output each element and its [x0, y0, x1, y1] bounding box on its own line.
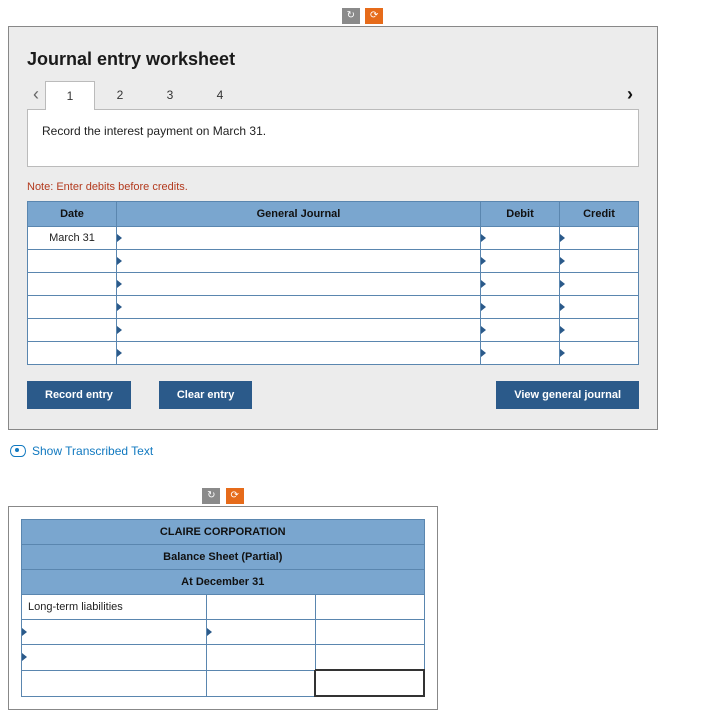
debit-cell[interactable]: [481, 342, 560, 365]
record-entry-button[interactable]: Record entry: [27, 381, 131, 409]
journal-table: Date General Journal Debit Credit March …: [27, 201, 639, 365]
balance-label-cell[interactable]: [22, 670, 207, 696]
tab-2[interactable]: 2: [95, 80, 145, 109]
gj-cell[interactable]: [117, 250, 481, 273]
gj-cell[interactable]: [117, 227, 481, 250]
balance-value-cell[interactable]: [207, 645, 316, 671]
date-cell[interactable]: [28, 342, 117, 365]
debit-cell[interactable]: [481, 227, 560, 250]
gj-cell[interactable]: [117, 319, 481, 342]
tab-prev-button[interactable]: ‹: [27, 84, 45, 105]
debit-cell[interactable]: [481, 319, 560, 342]
refresh-icon[interactable]: ↻: [342, 8, 360, 24]
col-gj-header: General Journal: [117, 202, 481, 227]
prompt-text: Record the interest payment on March 31.: [42, 124, 266, 138]
balance-label-cell[interactable]: [22, 620, 207, 645]
table-row: [22, 670, 425, 696]
col-credit-header: Credit: [560, 202, 639, 227]
balance-label-cell[interactable]: Long-term liabilities: [22, 595, 207, 620]
credit-cell[interactable]: [560, 342, 639, 365]
button-row: Record entry Clear entry View general jo…: [27, 381, 639, 409]
debit-cell[interactable]: [481, 273, 560, 296]
debit-cell[interactable]: [481, 250, 560, 273]
col-date-header: Date: [28, 202, 117, 227]
debit-cell[interactable]: [481, 296, 560, 319]
table-row: March 31: [28, 227, 639, 250]
balance-value-cell[interactable]: [207, 670, 316, 696]
show-transcribed-text-link[interactable]: Show Transcribed Text: [10, 444, 153, 458]
show-transcribed-text-label: Show Transcribed Text: [32, 444, 153, 458]
balance-table: CLAIRE CORPORATION Balance Sheet (Partia…: [21, 519, 425, 697]
tab-4[interactable]: 4: [195, 80, 245, 109]
table-row: [22, 645, 425, 671]
gj-cell[interactable]: [117, 273, 481, 296]
credit-cell[interactable]: [560, 250, 639, 273]
col-debit-header: Debit: [481, 202, 560, 227]
balance-value-cell[interactable]: [207, 595, 316, 620]
balance-header-company: CLAIRE CORPORATION: [22, 520, 425, 545]
eye-icon: [10, 445, 26, 457]
balance-sheet-panel: CLAIRE CORPORATION Balance Sheet (Partia…: [8, 506, 438, 710]
page-title: Journal entry worksheet: [27, 49, 639, 70]
balance-value-cell[interactable]: [207, 620, 316, 645]
table-row: [28, 296, 639, 319]
gj-cell[interactable]: [117, 342, 481, 365]
balance-value-cell[interactable]: [315, 595, 424, 620]
reload-icon[interactable]: ⟳: [365, 8, 383, 24]
table-row: [28, 273, 639, 296]
date-cell[interactable]: [28, 296, 117, 319]
refresh-icon[interactable]: ↻: [202, 488, 220, 504]
gj-cell[interactable]: [117, 296, 481, 319]
journal-worksheet-panel: Journal entry worksheet ‹ 1 2 3 4 › Reco…: [8, 26, 658, 430]
date-cell[interactable]: [28, 273, 117, 296]
tab-next-button[interactable]: ›: [621, 84, 639, 105]
credit-cell[interactable]: [560, 319, 639, 342]
reload-icon[interactable]: ⟳: [226, 488, 244, 504]
table-row: [28, 342, 639, 365]
table-row: [28, 319, 639, 342]
date-cell[interactable]: [28, 250, 117, 273]
balance-total-cell[interactable]: [315, 670, 424, 696]
table-row: Long-term liabilities: [22, 595, 425, 620]
table-row: [28, 250, 639, 273]
date-cell[interactable]: [28, 319, 117, 342]
balance-header-title: Balance Sheet (Partial): [22, 545, 425, 570]
date-cell[interactable]: March 31: [28, 227, 117, 250]
tab-1[interactable]: 1: [45, 81, 95, 110]
tab-row: ‹ 1 2 3 4 ›: [27, 80, 639, 109]
view-general-journal-button[interactable]: View general journal: [496, 381, 639, 409]
tab-3[interactable]: 3: [145, 80, 195, 109]
table-row: [22, 620, 425, 645]
prompt-box: Record the interest payment on March 31.: [27, 109, 639, 167]
credit-cell[interactable]: [560, 227, 639, 250]
balance-value-cell[interactable]: [315, 620, 424, 645]
credit-cell[interactable]: [560, 296, 639, 319]
balance-value-cell[interactable]: [315, 645, 424, 671]
debits-before-credits-note: Note: Enter debits before credits.: [27, 181, 639, 193]
clear-entry-button[interactable]: Clear entry: [159, 381, 252, 409]
balance-header-date: At December 31: [22, 570, 425, 595]
balance-label-cell[interactable]: [22, 645, 207, 671]
credit-cell[interactable]: [560, 273, 639, 296]
